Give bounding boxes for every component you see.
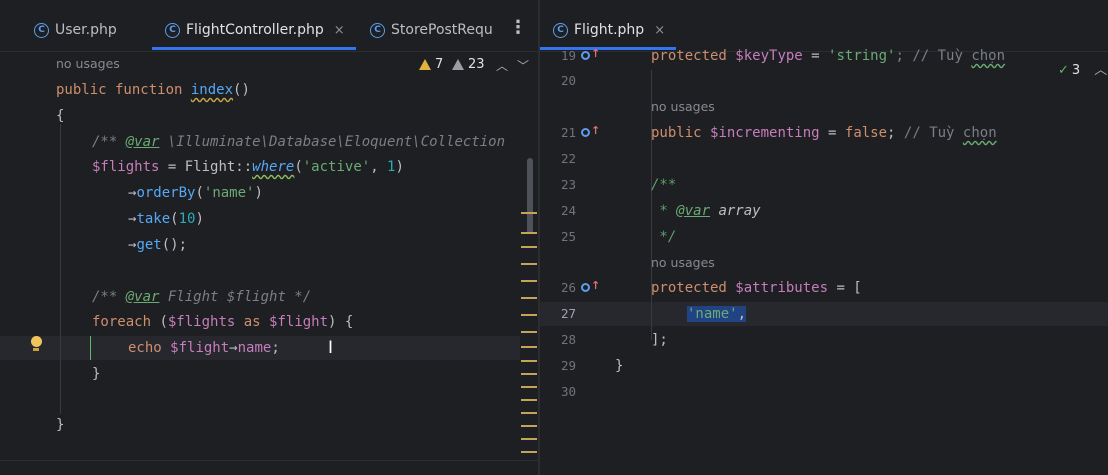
code-line[interactable]: } (92, 362, 100, 386)
warning-icon (419, 59, 431, 70)
line-number: 23 (560, 177, 576, 192)
tab-label: Flight.php (574, 22, 645, 38)
left-editor-pane[interactable]: C User.php C FlightController.php × C St… (0, 0, 538, 475)
error-stripe-mark[interactable] (521, 263, 537, 265)
error-stripe-mark[interactable] (521, 451, 537, 453)
override-marker-icon[interactable] (581, 51, 590, 60)
weak-warning-icon (452, 59, 464, 70)
intention-bulb-icon[interactable] (29, 336, 43, 352)
chevron-up-icon[interactable]: ︿ (1094, 63, 1107, 78)
override-marker-icon[interactable] (581, 283, 590, 292)
tab-flight-php[interactable]: C Flight.php × (553, 18, 665, 42)
tab-label: FlightController.php (186, 22, 324, 38)
line-number: 20 (560, 73, 576, 88)
code-line[interactable]: public function index() (56, 78, 250, 102)
error-stripe-mark[interactable] (521, 399, 537, 401)
error-stripe-mark[interactable] (521, 246, 537, 248)
code-line[interactable]: public $incrementing = false; // Tuỳ chọ… (651, 121, 997, 145)
editor-bottom-border (0, 460, 538, 461)
line-number: 27 (560, 306, 576, 321)
error-stripe-mark[interactable] (521, 438, 537, 440)
indent-guide (60, 124, 61, 414)
implements-arrow-icon[interactable]: ↑ (591, 47, 600, 60)
usage-hint[interactable]: no usages (56, 55, 120, 73)
close-tab-icon[interactable]: × (334, 23, 345, 38)
implements-arrow-icon[interactable]: ↑ (591, 279, 600, 292)
text-cursor-icon: I (328, 338, 334, 358)
error-stripe-mark[interactable] (521, 412, 537, 414)
php-class-icon: C (370, 22, 385, 38)
php-class-icon: C (553, 22, 568, 38)
override-marker-icon[interactable] (581, 128, 590, 137)
code-line[interactable]: protected $attributes = [ (651, 276, 862, 300)
line-number: 28 (560, 332, 576, 347)
code-line[interactable]: echo $flight→name; (128, 336, 280, 360)
code-line[interactable]: } (56, 413, 64, 437)
selected-text: 'name' (687, 306, 738, 322)
code-line[interactable]: /** @var \Illuminate\Database\Eloquent\C… (92, 130, 505, 154)
code-line[interactable]: ]; (651, 328, 668, 352)
error-stripe-mark[interactable] (521, 373, 537, 375)
line-number: 25 (560, 229, 576, 244)
php-class-icon: C (34, 22, 49, 38)
implements-arrow-icon[interactable]: ↑ (591, 124, 600, 137)
tab-label: StorePostRequ (391, 22, 493, 38)
code-line[interactable]: * @var array (651, 199, 760, 223)
current-line-highlight (540, 302, 1108, 326)
error-stripe-mark[interactable] (521, 280, 537, 282)
tab-user-php[interactable]: C User.php (34, 18, 117, 42)
code-line[interactable]: protected $keyType = 'string'; // Tuỳ ch… (651, 44, 1005, 68)
usage-hint[interactable]: no usages (651, 254, 715, 272)
left-tab-bar: C User.php C FlightController.php × C St… (0, 0, 538, 52)
scrollbar-thumb[interactable] (527, 158, 533, 234)
chevron-up-icon[interactable]: ︿ (496, 57, 508, 74)
right-editor-pane[interactable]: C Flight.php × ✓ 3 ︿ 19 20 21 22 23 24 25 … (540, 0, 1108, 475)
code-line[interactable]: /** (651, 173, 676, 197)
inspection-ok-counter[interactable]: ✓ 3 ︿ (1058, 59, 1107, 78)
line-number: 19 (560, 48, 576, 63)
error-stripe-mark[interactable] (521, 232, 537, 234)
code-line[interactable]: →orderBy('name') (128, 181, 263, 205)
code-line[interactable]: $flights = Flight::where('active', 1) (92, 155, 404, 179)
code-line[interactable]: } (615, 354, 623, 378)
code-line[interactable]: 'name', (687, 302, 747, 326)
tab-flightcontroller-php[interactable]: C FlightController.php × (165, 18, 345, 42)
line-number: 29 (560, 358, 576, 373)
usage-hint[interactable]: no usages (651, 98, 715, 116)
code-line[interactable]: { (56, 104, 64, 128)
line-number: 24 (560, 203, 576, 218)
error-stripe-mark[interactable] (521, 297, 537, 299)
vcs-change-marker[interactable] (90, 336, 91, 360)
line-number: 21 (560, 125, 576, 140)
code-line[interactable]: */ (651, 225, 676, 249)
error-stripe-mark[interactable] (521, 360, 537, 362)
kebab-icon[interactable]: ⋮ (509, 17, 527, 38)
php-class-icon: C (165, 22, 180, 38)
check-icon: ✓ (1058, 63, 1069, 78)
code-line[interactable]: →get(); (128, 233, 187, 257)
line-number: 22 (560, 151, 576, 166)
close-tab-icon[interactable]: × (654, 23, 665, 38)
line-number: 26 (560, 280, 576, 295)
code-line[interactable]: →take(10) (128, 207, 204, 231)
error-stripe-mark[interactable] (521, 346, 537, 348)
error-stripe-mark[interactable] (521, 386, 537, 388)
code-line[interactable]: /** @var Flight $flight */ (92, 285, 311, 309)
code-line[interactable]: foreach ($flights as $flight) { (92, 310, 353, 334)
weak-warnings-counter[interactable]: 23 (452, 57, 485, 72)
error-stripe-mark[interactable] (521, 331, 537, 333)
error-stripe-mark[interactable] (521, 425, 537, 427)
chevron-down-icon[interactable]: ﹀ (517, 57, 529, 74)
error-stripe-mark[interactable] (521, 212, 537, 214)
tab-storepostrequest-php[interactable]: C StorePostRequ (370, 18, 493, 42)
tab-label: User.php (55, 22, 117, 38)
line-number: 30 (560, 384, 576, 399)
warnings-counter[interactable]: 7 (419, 57, 443, 72)
active-tab-indicator (152, 47, 356, 50)
error-stripe-mark[interactable] (521, 314, 537, 316)
